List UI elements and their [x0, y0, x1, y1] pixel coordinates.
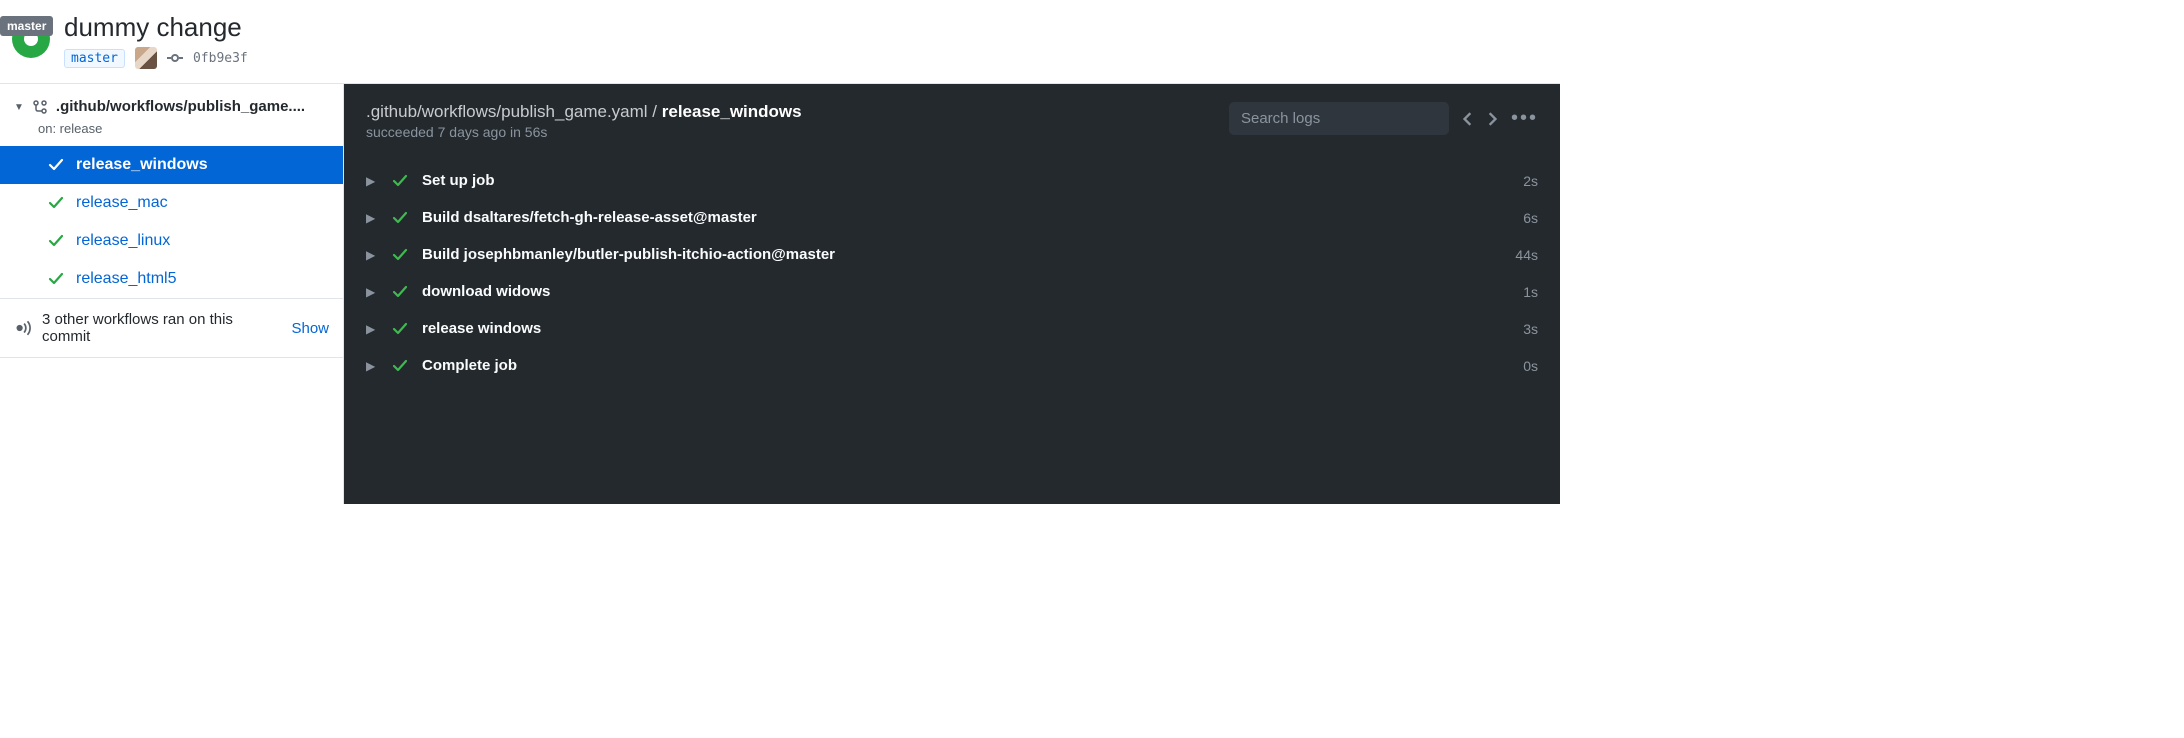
step-name: release windows — [422, 320, 1509, 337]
step-row[interactable]: ▶ Set up job 2s — [366, 162, 1538, 199]
commit-icon — [167, 50, 183, 66]
step-name: Set up job — [422, 172, 1509, 189]
caret-right-icon: ▶ — [366, 322, 378, 336]
step-time: 6s — [1523, 210, 1538, 226]
other-workflows-text: 3 other workflows ran on this commit — [42, 311, 275, 345]
panel-title-job: release_windows — [662, 102, 802, 121]
panel-status: succeeded 7 days ago in 56s — [366, 124, 802, 140]
step-row[interactable]: ▶ download widows 1s — [366, 273, 1538, 310]
next-arrow-icon[interactable] — [1487, 112, 1497, 126]
workflow-sidebar: ▼ .github/workflows/publish_game.... on:… — [0, 84, 344, 504]
job-name: release_windows — [76, 156, 208, 174]
check-icon — [392, 284, 408, 300]
run-title: dummy change — [64, 12, 1544, 43]
caret-right-icon: ▶ — [366, 285, 378, 299]
workflow-icon — [32, 99, 48, 115]
check-icon — [48, 195, 64, 211]
step-row[interactable]: ▶ Complete job 0s — [366, 347, 1538, 384]
caret-right-icon: ▶ — [366, 211, 378, 225]
sidebar-job-release_windows[interactable]: release_windows — [0, 146, 343, 184]
prev-arrow-icon[interactable] — [1463, 112, 1473, 126]
step-row[interactable]: ▶ Build dsaltares/fetch-gh-release-asset@… — [366, 199, 1538, 236]
run-header: master dummy change master 0fb9e3f — [0, 0, 1560, 83]
step-time: 1s — [1523, 284, 1538, 300]
caret-down-icon: ▼ — [14, 102, 24, 113]
sidebar-job-release_html5[interactable]: release_html5 — [0, 260, 343, 298]
broadcast-icon — [14, 319, 32, 337]
caret-right-icon: ▶ — [366, 174, 378, 188]
check-icon — [48, 157, 64, 173]
step-row[interactable]: ▶ Build josephbmanley/butler-publish-itch… — [366, 236, 1538, 273]
job-name: release_mac — [76, 194, 168, 212]
step-time: 44s — [1515, 247, 1538, 263]
check-icon — [392, 247, 408, 263]
workflow-trigger: on: release — [38, 121, 343, 136]
check-icon — [48, 233, 64, 249]
check-icon — [392, 173, 408, 189]
caret-right-icon: ▶ — [366, 248, 378, 262]
search-input[interactable] — [1229, 102, 1449, 135]
step-name: Build josephbmanley/butler-publish-itchi… — [422, 246, 1501, 263]
step-row[interactable]: ▶ release windows 3s — [366, 310, 1538, 347]
workflow-path: .github/workflows/publish_game.... — [56, 98, 305, 115]
show-link[interactable]: Show — [291, 320, 329, 337]
step-time: 2s — [1523, 173, 1538, 189]
job-name: release_linux — [76, 232, 170, 250]
branch-badge[interactable]: master — [0, 16, 53, 36]
sidebar-job-release_mac[interactable]: release_mac — [0, 184, 343, 222]
commit-sha[interactable]: 0fb9e3f — [193, 51, 248, 66]
panel-title: .github/workflows/publish_game.yaml / re… — [366, 102, 802, 122]
job-name: release_html5 — [76, 270, 177, 288]
step-name: download widows — [422, 283, 1509, 300]
caret-right-icon: ▶ — [366, 359, 378, 373]
kebab-menu-icon[interactable]: ••• — [1511, 107, 1538, 130]
sidebar-job-release_linux[interactable]: release_linux — [0, 222, 343, 260]
step-time: 0s — [1523, 358, 1538, 374]
avatar[interactable] — [135, 47, 157, 69]
check-icon — [392, 358, 408, 374]
check-icon — [48, 271, 64, 287]
log-panel: .github/workflows/publish_game.yaml / re… — [344, 84, 1560, 504]
branch-label[interactable]: master — [64, 49, 125, 68]
step-name: Build dsaltares/fetch-gh-release-asset@m… — [422, 209, 1509, 226]
other-workflows-row: 3 other workflows ran on this commit Sho… — [0, 298, 343, 358]
step-time: 3s — [1523, 321, 1538, 337]
check-icon — [392, 210, 408, 226]
check-icon — [392, 321, 408, 337]
step-name: Complete job — [422, 357, 1509, 374]
panel-title-path: .github/workflows/publish_game.yaml / — [366, 102, 662, 121]
